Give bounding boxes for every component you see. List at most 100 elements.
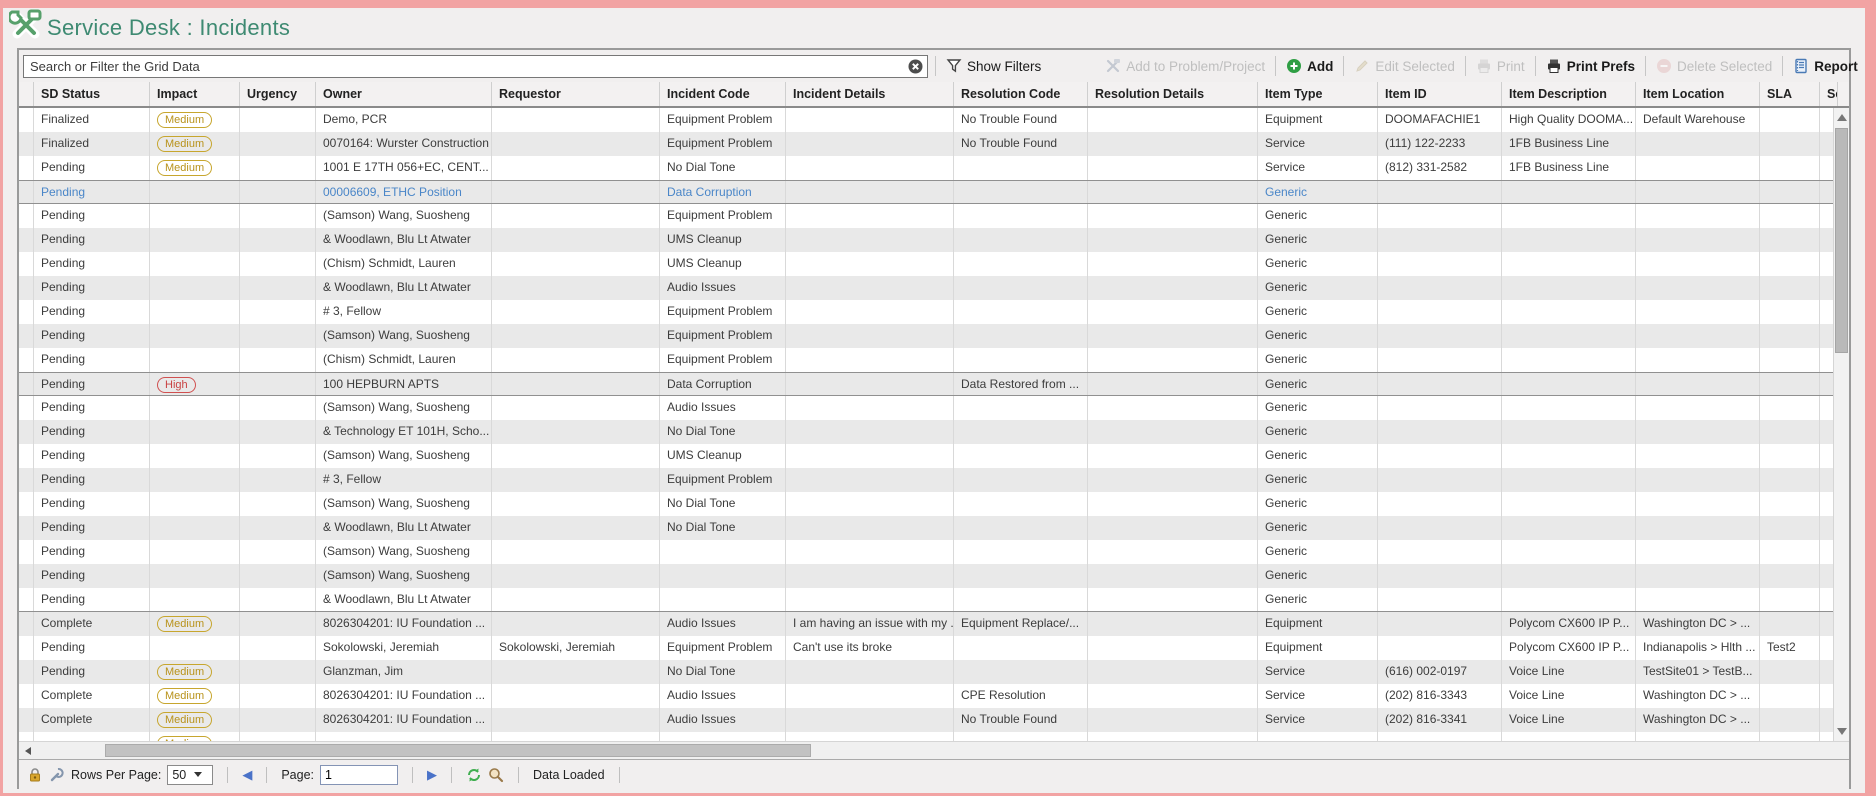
cell-incident_code: No Dial Tone bbox=[660, 492, 786, 516]
table-row[interactable]: Pending# 3, FellowEquipment ProblemGener… bbox=[19, 468, 1849, 492]
table-row[interactable]: Pending(Chism) Schmidt, LaurenUMS Cleanu… bbox=[19, 252, 1849, 276]
cell-incident_code bbox=[660, 564, 786, 588]
edit-selected-button[interactable]: Edit Selected bbox=[1351, 58, 1458, 74]
scroll-left-icon[interactable] bbox=[25, 747, 31, 755]
cell-requestor bbox=[492, 300, 660, 324]
cell-sd_status: Pending bbox=[34, 276, 150, 300]
cell-resolution_code bbox=[954, 564, 1088, 588]
table-row[interactable]: Pending& Technology ET 101H, Scho...No D… bbox=[19, 420, 1849, 444]
column-header-owner[interactable]: Owner bbox=[316, 82, 492, 106]
table-row[interactable]: Pending(Samson) Wang, SuoshengGeneric bbox=[19, 540, 1849, 564]
cell-incident_code: UMS Cleanup bbox=[660, 228, 786, 252]
cell-item_id bbox=[1378, 228, 1502, 252]
cell-item_id bbox=[1378, 348, 1502, 372]
cell-item_location bbox=[1636, 132, 1760, 156]
rows-per-page-label: Rows Per Page: bbox=[71, 768, 161, 782]
next-page-button[interactable]: ▶ bbox=[427, 767, 437, 783]
report-button[interactable]: Report bbox=[1790, 58, 1876, 74]
table-row[interactable]: Pending(Samson) Wang, SuoshengEquipment … bbox=[19, 324, 1849, 348]
cell-resolution_code bbox=[954, 660, 1088, 684]
add-to-problem-project-button[interactable]: Add to Problem/Project bbox=[1102, 58, 1268, 74]
show-filters-button[interactable]: Show Filters bbox=[943, 58, 1044, 74]
cell-urgency bbox=[240, 588, 316, 611]
table-row[interactable]: PendingHigh100 HEPBURN APTSData Corrupti… bbox=[19, 372, 1849, 396]
table-row[interactable]: Pending& Woodlawn, Blu Lt AtwaterNo Dial… bbox=[19, 516, 1849, 540]
table-row[interactable]: Pending& Woodlawn, Blu Lt AtwaterAudio I… bbox=[19, 276, 1849, 300]
table-row[interactable]: PendingMedium1001 E 17TH 056+EC, CENT...… bbox=[19, 156, 1849, 180]
lock-icon[interactable] bbox=[27, 767, 43, 783]
table-row[interactable]: Pending(Chism) Schmidt, LaurenEquipment … bbox=[19, 348, 1849, 372]
table-row[interactable]: CompleteMedium8026304201: IU Foundation … bbox=[19, 708, 1849, 732]
column-header-incident_code[interactable]: Incident Code bbox=[660, 82, 786, 106]
horizontal-scrollbar[interactable] bbox=[19, 741, 1849, 759]
table-row[interactable]: Pending& Woodlawn, Blu Lt AtwaterUMS Cle… bbox=[19, 228, 1849, 252]
column-header-gutter[interactable] bbox=[19, 82, 34, 106]
page-input[interactable] bbox=[320, 765, 398, 785]
cell-item_description: Polycom CX600 IP P... bbox=[1502, 636, 1636, 660]
column-header-requestor[interactable]: Requestor bbox=[492, 82, 660, 106]
column-header-incident_details[interactable]: Incident Details bbox=[786, 82, 954, 106]
cell-owner: 100 HEPBURN APTS bbox=[316, 373, 492, 395]
cell-requestor bbox=[492, 108, 660, 132]
clear-search-icon[interactable] bbox=[908, 59, 923, 74]
column-header-item_type[interactable]: Item Type bbox=[1258, 82, 1378, 106]
table-row[interactable]: Pending# 3, FellowEquipment ProblemGener… bbox=[19, 300, 1849, 324]
cell-gutter bbox=[19, 324, 34, 348]
table-row[interactable]: Pending(Samson) Wang, SuoshengUMS Cleanu… bbox=[19, 444, 1849, 468]
cell-item_location bbox=[1636, 540, 1760, 564]
table-row[interactable]: Pending00006609, ETHC PositionData Corru… bbox=[19, 180, 1849, 204]
column-header-item_id[interactable]: Item ID bbox=[1378, 82, 1502, 106]
table-row[interactable]: CompleteMedium8026304201: IU Foundation … bbox=[19, 684, 1849, 708]
vertical-scroll-thumb[interactable] bbox=[1835, 128, 1848, 353]
refresh-icon[interactable] bbox=[466, 767, 482, 783]
cell-gutter bbox=[19, 420, 34, 444]
cell-gutter bbox=[19, 708, 34, 732]
incidents-grid: SD StatusImpactUrgencyOwnerRequestorInci… bbox=[19, 82, 1849, 741]
table-row[interactable]: CompleteMedium8026304201: IU Foundation … bbox=[19, 612, 1849, 636]
cell-gutter bbox=[19, 276, 34, 300]
scroll-up-icon[interactable] bbox=[1837, 114, 1847, 121]
cell-sd_status: Pending bbox=[34, 348, 150, 372]
table-row[interactable]: Pending(Samson) Wang, SuoshengAudio Issu… bbox=[19, 396, 1849, 420]
scroll-down-icon[interactable] bbox=[1837, 728, 1847, 735]
cell-item_type: Generic bbox=[1258, 420, 1378, 444]
cell-sd_status: Pending bbox=[34, 588, 150, 611]
table-row[interactable]: Pending& Woodlawn, Blu Lt AtwaterGeneric bbox=[19, 588, 1849, 612]
table-row[interactable]: FinalizedMediumDemo, PCREquipment Proble… bbox=[19, 108, 1849, 132]
table-row[interactable]: FinalizedMedium0070164: Wurster Construc… bbox=[19, 132, 1849, 156]
cell-gutter bbox=[19, 348, 34, 372]
cell-item_id bbox=[1378, 564, 1502, 588]
wrench-icon[interactable] bbox=[49, 767, 65, 783]
cell-sla bbox=[1760, 708, 1820, 732]
vertical-scrollbar[interactable] bbox=[1833, 108, 1849, 741]
delete-selected-button[interactable]: Delete Selected bbox=[1653, 58, 1775, 74]
table-row[interactable]: Pending(Samson) Wang, SuoshengNo Dial To… bbox=[19, 492, 1849, 516]
column-header-item_location[interactable]: Item Location bbox=[1636, 82, 1760, 106]
search-input[interactable] bbox=[23, 55, 928, 78]
rows-per-page-select[interactable]: 50 bbox=[167, 765, 213, 785]
cell-sla bbox=[1760, 564, 1820, 588]
column-header-impact[interactable]: Impact bbox=[150, 82, 240, 106]
prev-page-button[interactable]: ◀ bbox=[242, 767, 252, 783]
cell-item_description bbox=[1502, 348, 1636, 372]
column-header-resolution_code[interactable]: Resolution Code bbox=[954, 82, 1088, 106]
search-magnifier-icon[interactable] bbox=[488, 767, 504, 783]
problem-tools-icon bbox=[1105, 58, 1121, 74]
table-row[interactable]: Pending(Samson) Wang, SuoshengGeneric bbox=[19, 564, 1849, 588]
table-row[interactable]: Medium bbox=[19, 732, 1849, 741]
column-header-se_cut[interactable]: Se bbox=[1820, 82, 1838, 106]
add-button[interactable]: Add bbox=[1283, 58, 1336, 74]
table-row[interactable]: PendingSokolowski, JeremiahSokolowski, J… bbox=[19, 636, 1849, 660]
cell-urgency bbox=[240, 612, 316, 636]
table-row[interactable]: Pending(Samson) Wang, SuoshengEquipment … bbox=[19, 204, 1849, 228]
column-header-urgency[interactable]: Urgency bbox=[240, 82, 316, 106]
print-prefs-button[interactable]: Print Prefs bbox=[1543, 58, 1638, 74]
cell-item_description bbox=[1502, 228, 1636, 252]
column-header-item_description[interactable]: Item Description bbox=[1502, 82, 1636, 106]
column-header-resolution_details[interactable]: Resolution Details bbox=[1088, 82, 1258, 106]
table-row[interactable]: PendingMediumGlanzman, JimNo Dial ToneSe… bbox=[19, 660, 1849, 684]
column-header-sd_status[interactable]: SD Status bbox=[34, 82, 150, 106]
horizontal-scroll-thumb[interactable] bbox=[105, 744, 811, 757]
print-button[interactable]: Print bbox=[1473, 58, 1528, 74]
column-header-sla[interactable]: SLA bbox=[1760, 82, 1820, 106]
